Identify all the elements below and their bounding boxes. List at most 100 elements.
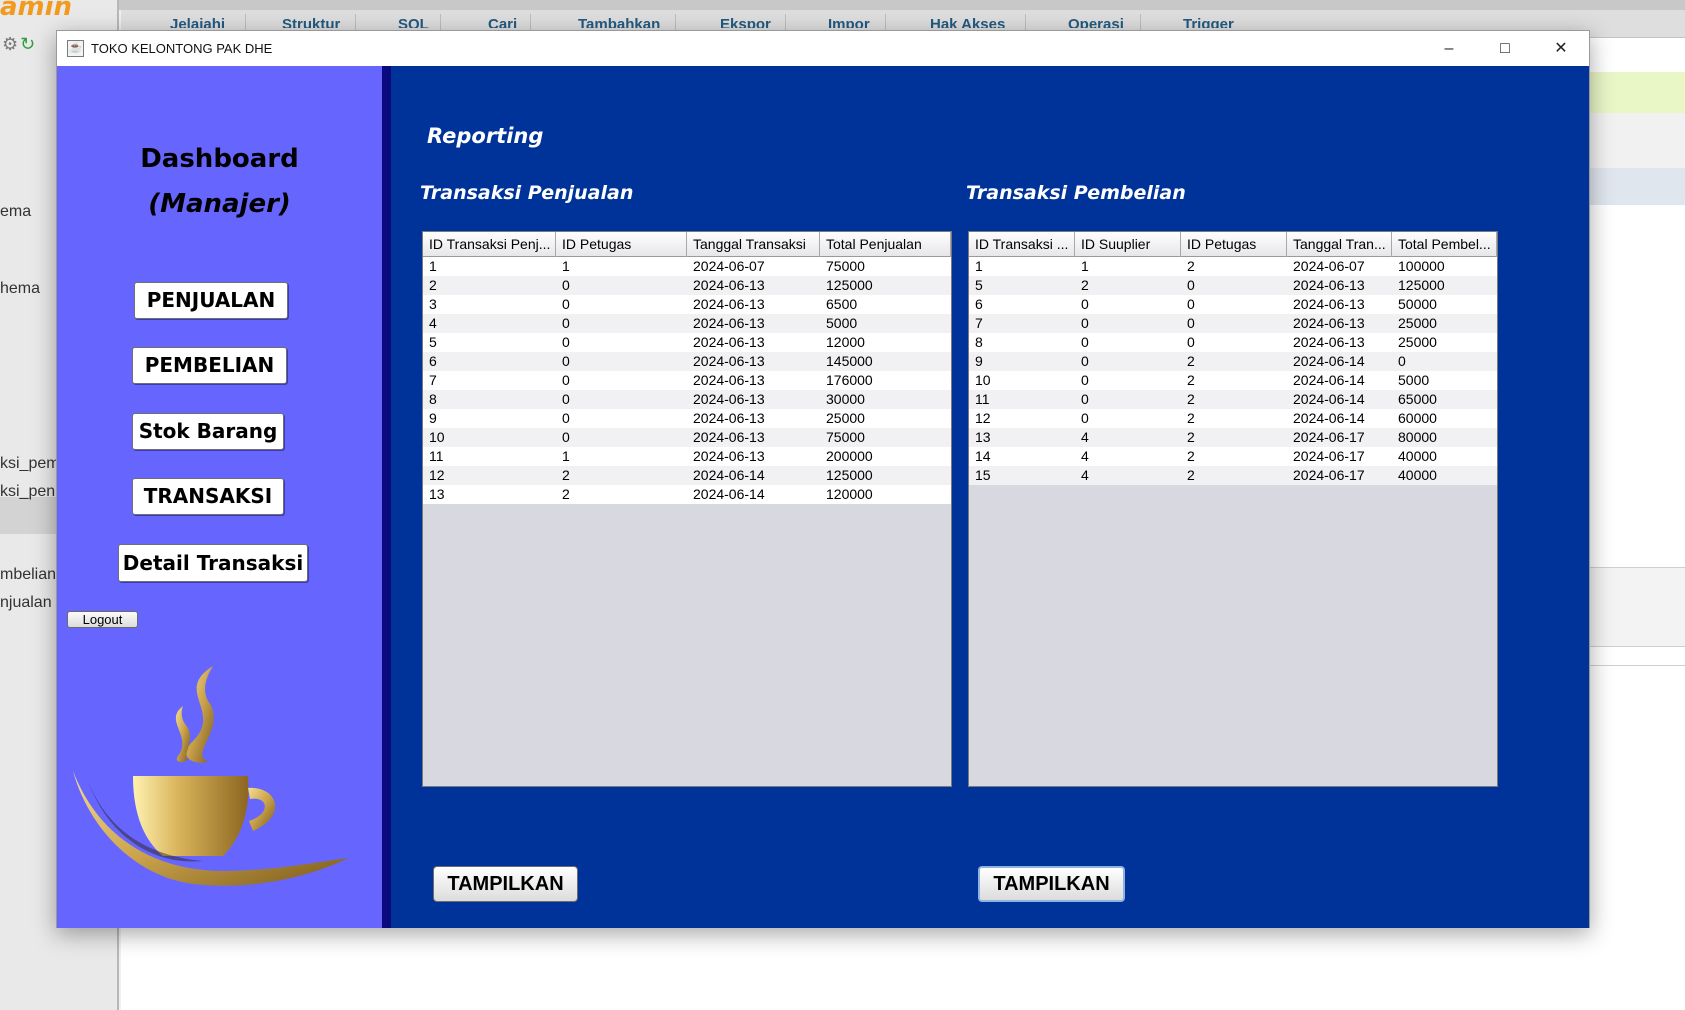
column-header[interactable]: Total Penjualan [820, 232, 951, 257]
column-header[interactable]: Total Pembel... [1392, 232, 1497, 257]
logout-button[interactable]: Logout [67, 611, 138, 628]
minimize-button[interactable]: – [1421, 31, 1477, 66]
table-row[interactable]: 1 1 2 2024-06-07 100000 [969, 257, 1497, 276]
tampilkan-pembelian-button[interactable]: TAMPILKAN [978, 866, 1125, 902]
table-row[interactable]: 10 0 2024-06-13 75000 [423, 428, 951, 447]
column-header[interactable]: ID Petugas [1181, 232, 1287, 257]
tampilkan-penjualan-button[interactable]: TAMPILKAN [433, 866, 578, 902]
pma-tab[interactable]: Tambahkan [578, 16, 660, 28]
table-row[interactable]: 7 0 0 2024-06-13 25000 [969, 314, 1497, 333]
table-row[interactable]: 8 0 0 2024-06-13 25000 [969, 333, 1497, 352]
pembelian-button[interactable]: PEMBELIAN [132, 347, 287, 384]
table-cell: 0 [1081, 315, 1089, 331]
table-cell: 2024-06-13 [693, 296, 765, 312]
reporting-panel: Reporting Transaksi Penjualan Transaksi … [391, 66, 1589, 928]
table-row[interactable]: 9 0 2024-06-13 25000 [423, 409, 951, 428]
transaksi-button[interactable]: TRANSAKSI [132, 478, 284, 515]
table-cell: 2024-06-14 [1293, 410, 1365, 426]
table-cell: 2024-06-13 [1293, 296, 1365, 312]
table-cell: 50000 [1398, 296, 1437, 312]
pembelian-table[interactable]: ID Transaksi ... ID Suuplier ID Petugas Tan… [968, 231, 1498, 787]
column-header[interactable]: Tanggal Tran... [1287, 232, 1392, 257]
pma-tab[interactable]: Jelajahi [170, 16, 225, 28]
column-header[interactable]: ID Suuplier [1075, 232, 1181, 257]
table-row[interactable]: 6 0 2024-06-13 145000 [423, 352, 951, 371]
table-row[interactable]: 14 4 2 2024-06-17 40000 [969, 447, 1497, 466]
table-cell: 0 [562, 391, 570, 407]
window-title: TOKO KELONTONG PAK DHE [91, 41, 273, 56]
penjualan-table[interactable]: ID Transaksi Penj... ID Petugas Tanggal Tr… [422, 231, 952, 787]
table-cell: 2024-06-13 [693, 315, 765, 331]
pma-tab[interactable]: Struktur [282, 16, 340, 28]
table-row[interactable]: 9 0 2 2024-06-14 0 [969, 352, 1497, 371]
pma-nav-item[interactable]: njualan [0, 594, 57, 612]
table-cell: 2024-06-13 [693, 372, 765, 388]
table-cell: 2024-06-14 [1293, 391, 1365, 407]
table-row[interactable]: 2 0 2024-06-13 125000 [423, 276, 951, 295]
stok-barang-button[interactable]: Stok Barang [132, 413, 284, 450]
table-cell: 2 [1187, 372, 1195, 388]
pma-nav-item[interactable]: ksi_pen [0, 483, 57, 501]
table-row[interactable]: 3 0 2024-06-13 6500 [423, 295, 951, 314]
column-header[interactable]: ID Petugas [556, 232, 687, 257]
table-row[interactable]: 10 0 2 2024-06-14 5000 [969, 371, 1497, 390]
table-row[interactable]: 12 0 2 2024-06-14 60000 [969, 409, 1497, 428]
close-button[interactable]: ✕ [1533, 31, 1589, 66]
pma-tab[interactable]: Trigger [1183, 16, 1234, 28]
reporting-heading: Reporting [427, 124, 544, 148]
table-row[interactable]: 15 4 2 2024-06-17 40000 [969, 466, 1497, 485]
table-body: 1 1 2 2024-06-07 100000 5 2 0 2024-06-13 125000 6 0… [969, 257, 1497, 485]
pma-nav-item[interactable]: mbelian [0, 566, 57, 584]
table-row[interactable]: 4 0 2024-06-13 5000 [423, 314, 951, 333]
table-cell: 15 [975, 467, 991, 483]
table-cell: 2024-06-13 [1293, 315, 1365, 331]
table-cell: 2 [562, 486, 570, 502]
pma-tools: ⚙ ↻ [2, 34, 35, 55]
table-row[interactable]: 13 2 2024-06-14 120000 [423, 485, 951, 504]
table-row[interactable]: 11 1 2024-06-13 200000 [423, 447, 951, 466]
table-cell: 2024-06-13 [1293, 277, 1365, 293]
pma-nav-item[interactable]: ema [0, 203, 57, 221]
table-cell: 2024-06-13 [693, 277, 765, 293]
penjualan-table-title: Transaksi Penjualan [420, 182, 634, 204]
window-titlebar[interactable]: ☕ TOKO KELONTONG PAK DHE – □ ✕ [57, 31, 1589, 66]
pma-nav-item[interactable]: hema [0, 280, 57, 298]
table-cell: 3 [429, 296, 437, 312]
table-row[interactable]: 1 1 2024-06-07 75000 [423, 257, 951, 276]
reload-icon[interactable]: ↻ [20, 34, 35, 54]
pma-tab[interactable]: Cari [488, 16, 517, 28]
pma-tab[interactable]: Operasi [1068, 16, 1124, 28]
table-cell: 5 [975, 277, 983, 293]
column-header[interactable]: ID Transaksi Penj... [423, 232, 556, 257]
table-cell: 5000 [826, 315, 858, 331]
table-cell: 2024-06-14 [693, 467, 765, 483]
table-row[interactable]: 6 0 0 2024-06-13 50000 [969, 295, 1497, 314]
pma-tab[interactable]: SQL [398, 16, 429, 28]
table-cell: 120000 [826, 486, 873, 502]
pma-nav-item[interactable]: ksi_pem [0, 455, 57, 473]
table-cell: 125000 [826, 467, 873, 483]
penjualan-button[interactable]: PENJUALAN [134, 282, 288, 319]
table-row[interactable]: 7 0 2024-06-13 176000 [423, 371, 951, 390]
table-cell: 8 [429, 391, 437, 407]
pma-tab[interactable]: Ekspor [720, 16, 771, 28]
table-cell: 25000 [1398, 315, 1437, 331]
column-header[interactable]: Tanggal Transaksi [687, 232, 820, 257]
gear-icon[interactable]: ⚙ [2, 34, 18, 54]
table-row[interactable]: 12 2 2024-06-14 125000 [423, 466, 951, 485]
table-row[interactable]: 8 0 2024-06-13 30000 [423, 390, 951, 409]
maximize-button[interactable]: □ [1477, 31, 1533, 66]
table-cell: 0 [562, 429, 570, 445]
table-row[interactable]: 13 4 2 2024-06-17 80000 [969, 428, 1497, 447]
table-cell: 2024-06-14 [693, 486, 765, 502]
pma-tab[interactable]: Impor [828, 16, 870, 28]
table-cell: 4 [1081, 429, 1089, 445]
table-cell: 0 [562, 315, 570, 331]
detail-transaksi-button[interactable]: Detail Transaksi [118, 544, 308, 582]
pma-tab[interactable]: Hak Akses [930, 16, 1005, 28]
column-header[interactable]: ID Transaksi ... [969, 232, 1075, 257]
table-cell: 25000 [1398, 334, 1437, 350]
table-row[interactable]: 11 0 2 2024-06-14 65000 [969, 390, 1497, 409]
table-row[interactable]: 5 2 0 2024-06-13 125000 [969, 276, 1497, 295]
table-row[interactable]: 5 0 2024-06-13 12000 [423, 333, 951, 352]
